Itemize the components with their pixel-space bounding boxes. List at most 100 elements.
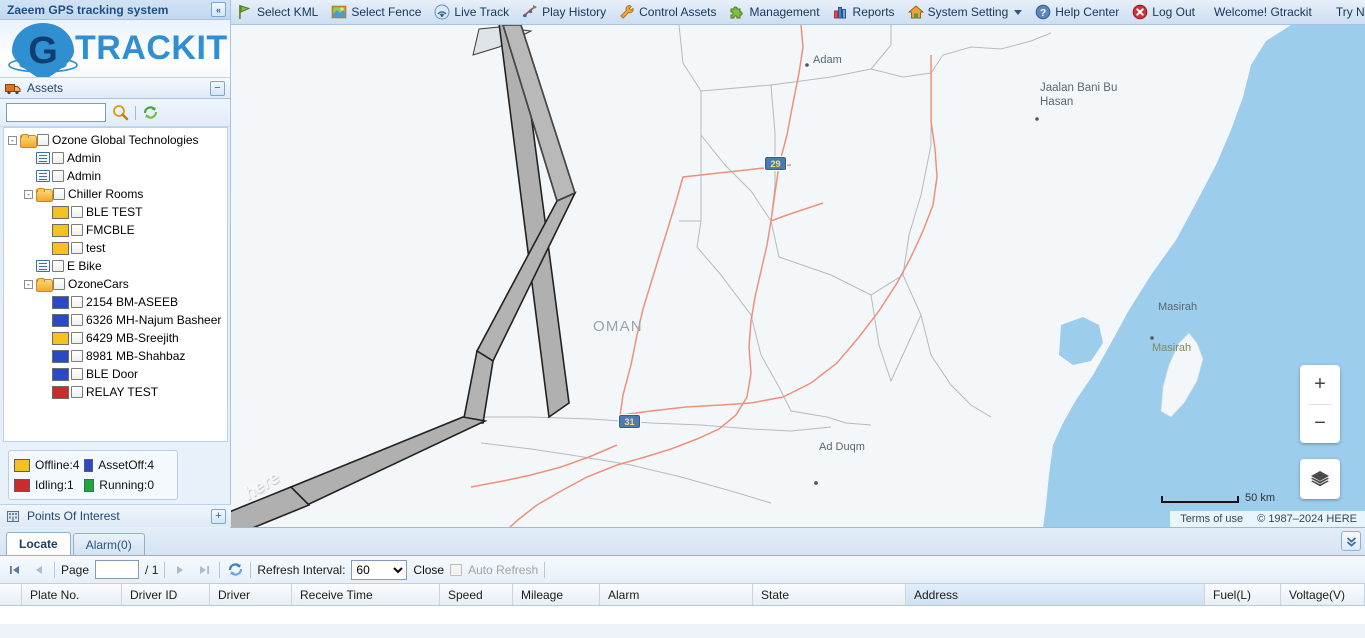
tree-node-checkbox[interactable] — [71, 332, 83, 344]
toolbar-item-select-fence[interactable]: Select Fence — [325, 0, 428, 25]
tree-node[interactable]: 6326 MH-Najum Basheer — [4, 311, 227, 329]
building-icon — [7, 511, 19, 522]
try-new-dashboard-link[interactable]: Try New Dashboard — [1324, 5, 1365, 19]
next-page-icon[interactable] — [171, 561, 189, 579]
tree-node[interactable]: RELAY TEST — [4, 383, 227, 401]
pager-divider — [219, 561, 221, 578]
tree-node-checkbox[interactable] — [71, 368, 83, 380]
tree-node-checkbox[interactable] — [52, 260, 64, 272]
last-page-icon[interactable] — [195, 561, 213, 579]
sidebar-collapse-button[interactable]: « — [211, 2, 226, 17]
tree-node[interactable]: FMCBLE — [4, 221, 227, 239]
tree-node-checkbox[interactable] — [52, 152, 64, 164]
map-zoom-out-button[interactable]: − — [1300, 405, 1340, 444]
terms-of-use-link[interactable]: Terms of use — [1180, 513, 1243, 525]
puzzle-icon — [730, 6, 744, 19]
tree-node-checkbox[interactable] — [53, 278, 65, 290]
grid-column-header[interactable]: Alarm — [600, 584, 753, 605]
grid-column-header[interactable]: Driver ID — [122, 584, 210, 605]
map-road-shield-31: 31 — [619, 415, 640, 428]
tree-node-checkbox[interactable] — [71, 242, 83, 254]
tree-node-checkbox[interactable] — [71, 350, 83, 362]
tab-label: Locate — [19, 537, 58, 551]
tree-node[interactable]: E Bike — [4, 257, 227, 275]
toolbar-item-help-center[interactable]: ? Help Center — [1029, 0, 1126, 25]
search-input[interactable] — [6, 103, 106, 122]
grid-column-header[interactable]: State — [753, 584, 906, 605]
tree-node[interactable]: 6429 MB-Sreejith — [4, 329, 227, 347]
legend-item: Running:0 — [84, 478, 154, 492]
refresh-icon[interactable] — [226, 561, 244, 579]
tree-node-checkbox[interactable] — [37, 134, 49, 146]
status-color-swatch — [52, 205, 69, 219]
tree-toggle-icon[interactable]: - — [24, 189, 33, 199]
poi-expand-button[interactable]: + — [211, 508, 226, 524]
grid-column-header[interactable]: Plate No. — [22, 584, 122, 605]
grid-column-header[interactable] — [0, 584, 22, 605]
bottom-tab-bar: Locate Alarm(0) — [0, 528, 1365, 556]
tree-node-checkbox[interactable] — [52, 170, 64, 182]
toolbar-item-log-out[interactable]: Log Out — [1126, 0, 1202, 25]
page-input[interactable] — [95, 560, 140, 579]
prev-page-icon[interactable] — [30, 561, 48, 579]
close-button[interactable]: Close — [413, 563, 444, 577]
search-icon[interactable] — [112, 104, 129, 121]
tree-node[interactable]: test — [4, 239, 227, 257]
refresh-icon[interactable] — [142, 104, 159, 121]
tree-node-checkbox[interactable] — [71, 206, 83, 218]
tree-node[interactable]: - Ozone Global Technologies — [4, 131, 227, 149]
grid-column-header[interactable]: Voltage(V) — [1281, 584, 1365, 605]
tree-node-checkbox[interactable] — [53, 188, 65, 200]
total-pages-label: / 1 — [145, 562, 159, 577]
toolbar-item-live-track[interactable]: Live Track — [428, 0, 516, 25]
tree-node[interactable]: BLE Door — [4, 365, 227, 383]
page-label: Page — [61, 562, 90, 577]
status-color-swatch — [52, 223, 69, 237]
toolbar-item-select-kml[interactable]: Select KML — [231, 0, 325, 25]
tree-toggle-icon[interactable]: - — [24, 279, 33, 289]
toolbar-right-group: Welcome! Gtrackit Try New Dashboard — [1202, 5, 1365, 19]
tree-node[interactable]: BLE TEST — [4, 203, 227, 221]
left-sidebar: Zaeem GPS tracking system « G TRACKIT As… — [0, 0, 231, 528]
tree-node-checkbox[interactable] — [71, 314, 83, 326]
refresh-interval-select[interactable]: 60 — [351, 559, 408, 580]
tree-node[interactable]: 2154 BM-ASEEB — [4, 293, 227, 311]
toolbar-item-system-setting[interactable]: System Setting — [902, 0, 1030, 25]
grid-column-header[interactable]: Fuel(L) — [1205, 584, 1281, 605]
map-copyright: © 1987–2024 HERE — [1257, 513, 1357, 525]
map-layers-button[interactable] — [1300, 459, 1340, 499]
assets-panel-minimize-button[interactable]: − — [210, 80, 225, 96]
tab-alarm[interactable]: Alarm(0) — [72, 533, 145, 555]
asset-tree[interactable]: - Ozone Global Technologies Admin Admin - Chi… — [3, 127, 228, 442]
grid-column-label: Receive Time — [300, 587, 373, 602]
tree-node[interactable]: - Chiller Rooms — [4, 185, 227, 203]
grid-column-header[interactable]: Driver — [210, 584, 292, 605]
toolbar-item-control-assets[interactable]: Control Assets — [613, 0, 723, 25]
grid-column-header[interactable]: Mileage — [513, 584, 600, 605]
bottom-panel-collapse-button[interactable] — [1341, 531, 1361, 551]
points-of-interest-panel[interactable]: Points Of Interest + — [0, 504, 231, 527]
tree-node[interactable]: - OzoneCars — [4, 275, 227, 293]
toolbar-item-reports[interactable]: Reports — [827, 0, 902, 25]
map-island-label-masirah: Masirah — [1152, 342, 1191, 354]
grid-column-header[interactable]: Receive Time — [292, 584, 440, 605]
map-canvas[interactable]: OMAN Adam Jaalan Bani Bu Hasan Masirah M… — [231, 25, 1365, 528]
map-vector: OMAN Adam Jaalan Bani Bu Hasan Masirah M… — [231, 25, 1365, 527]
grid-column-header[interactable]: Speed — [440, 584, 513, 605]
grid-column-header[interactable]: Address — [906, 584, 1205, 605]
tree-node[interactable]: 8981 MB-Shahbaz — [4, 347, 227, 365]
map-zoom-in-button[interactable]: + — [1300, 365, 1340, 404]
toolbar-item-management[interactable]: Management — [723, 0, 826, 25]
tree-node[interactable]: Admin — [4, 149, 227, 167]
tree-node[interactable]: Admin — [4, 167, 227, 185]
tree-node-checkbox[interactable] — [71, 386, 83, 398]
tree-toggle-icon[interactable]: - — [8, 135, 17, 145]
tree-node-checkbox[interactable] — [71, 224, 83, 236]
first-page-icon[interactable] — [6, 561, 24, 579]
map-scale-bar: 50 km — [1161, 493, 1275, 504]
tree-node-checkbox[interactable] — [71, 296, 83, 308]
auto-refresh-checkbox[interactable] — [450, 563, 463, 576]
toolbar-item-play-history[interactable]: Play History — [516, 0, 613, 25]
assets-panel-header: Assets − — [0, 77, 230, 99]
tab-locate[interactable]: Locate — [6, 532, 71, 555]
